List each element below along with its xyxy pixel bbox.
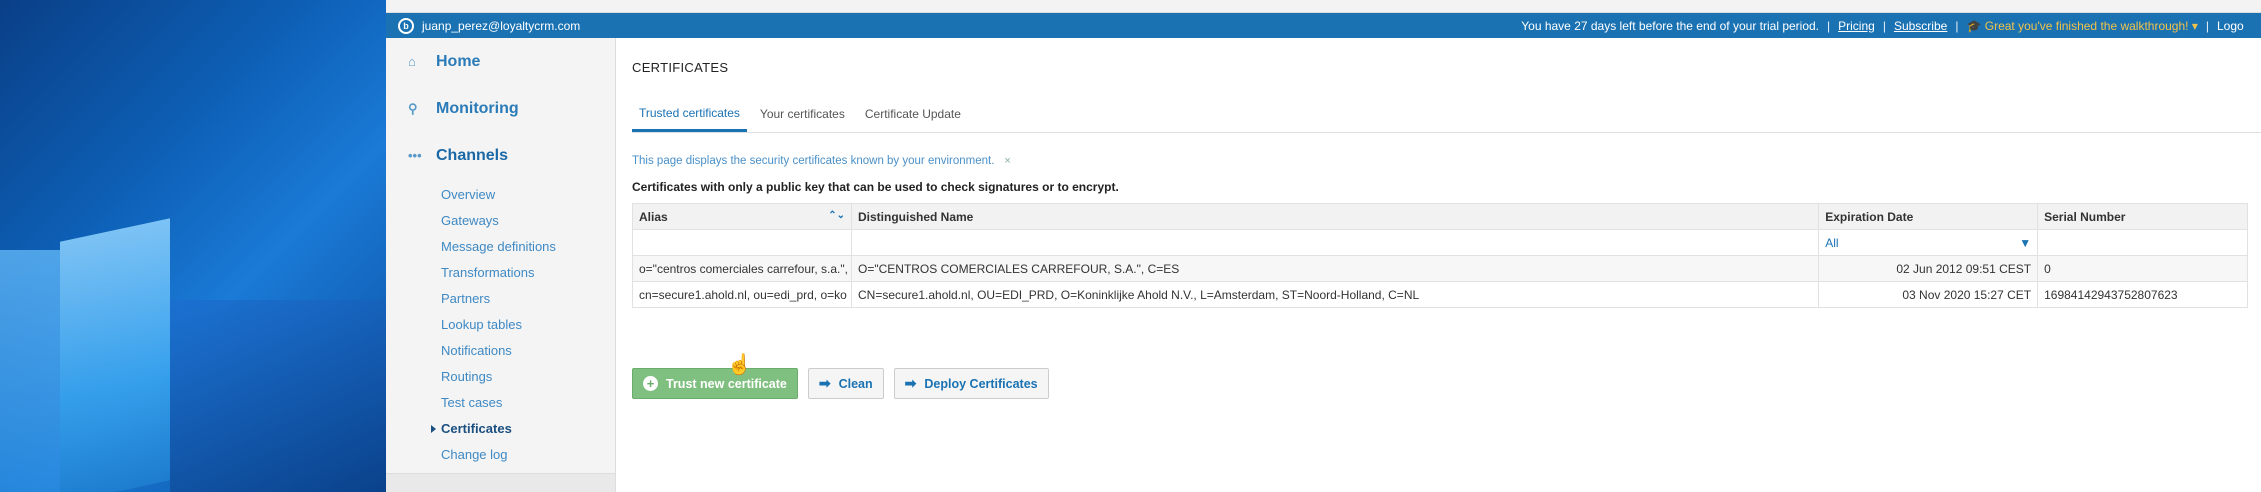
main-content: CERTIFICATES Trusted certificates Your c… bbox=[617, 38, 2261, 492]
close-icon[interactable]: × bbox=[1004, 155, 1010, 167]
trust-button-label: Trust new certificate bbox=[666, 376, 787, 391]
nav-channels-label: Channels bbox=[436, 146, 509, 164]
table-row[interactable]: o="centros comerciales carrefour, s.a.",… bbox=[632, 255, 2248, 282]
windows-logo-pane bbox=[60, 218, 170, 492]
plus-circle-icon: + bbox=[643, 376, 658, 391]
trust-new-certificate-button[interactable]: + Trust new certificate bbox=[632, 368, 798, 399]
table-header-row: Alias ⌃⌄ Distinguished Name Expiration D… bbox=[632, 203, 2248, 230]
page-title: CERTIFICATES bbox=[632, 60, 729, 75]
cell-serial-number: 16984142943752807623 bbox=[2037, 281, 2248, 308]
caret-down-icon: ▾ bbox=[2191, 18, 2198, 33]
tab-certificate-update[interactable]: Certificate Update bbox=[858, 96, 968, 132]
sidebar-item-gateways[interactable]: Gateways bbox=[441, 207, 615, 233]
pricing-link[interactable]: Pricing bbox=[1838, 19, 1875, 33]
certificates-note: Certificates with only a public key that… bbox=[632, 180, 1119, 194]
sort-icon[interactable]: ⌃⌄ bbox=[828, 210, 845, 221]
arrow-right-icon: ➡ bbox=[818, 375, 831, 391]
nav-home[interactable]: ⌂ Home bbox=[386, 38, 615, 85]
info-banner: This page displays the security certific… bbox=[632, 155, 1011, 167]
walkthrough-label: Great you've finished the walkthrough! bbox=[1984, 18, 2189, 33]
subscribe-link[interactable]: Subscribe bbox=[1894, 19, 1947, 33]
hand-cursor-icon: ☝ bbox=[727, 354, 752, 376]
tab-your-certificates[interactable]: Your certificates bbox=[753, 96, 852, 132]
tab-trusted-certificates[interactable]: Trusted certificates bbox=[632, 96, 747, 132]
certificates-table: Alias ⌃⌄ Distinguished Name Expiration D… bbox=[632, 203, 2248, 308]
windows-logo-pane bbox=[0, 250, 60, 492]
filter-cell bbox=[850, 229, 1820, 256]
graduation-cap-icon: 🎓 bbox=[1966, 18, 1982, 33]
expiration-filter-select[interactable]: All ▼ bbox=[1818, 229, 2039, 256]
filter-cell bbox=[632, 229, 852, 256]
nav-monitoring[interactable]: ⚲ Monitoring bbox=[386, 85, 615, 132]
channels-subnav: Overview Gateways Message definitions Tr… bbox=[386, 181, 615, 467]
column-header-expiration-date[interactable]: Expiration Date bbox=[1818, 203, 2039, 230]
sidebar-item-partners[interactable]: Partners bbox=[441, 285, 615, 311]
cell-alias: cn=secure1.ahold.nl, ou=edi_prd, o=ko bbox=[632, 281, 852, 308]
sidebar-item-test-cases[interactable]: Test cases bbox=[441, 389, 615, 415]
cell-expiration-date: 03 Nov 2020 15:27 CET bbox=[1818, 281, 2039, 308]
arrow-right-icon: ➡ bbox=[904, 375, 917, 391]
action-buttons: + Trust new certificate ➡ Clean ➡ Deploy… bbox=[632, 368, 1049, 399]
sidebar-item-change-log[interactable]: Change log bbox=[441, 441, 615, 467]
app-header: b juanp_perez@loyaltycrm.com You have 27… bbox=[386, 13, 2261, 38]
clean-button[interactable]: ➡ Clean bbox=[807, 368, 884, 399]
desktop-background bbox=[0, 0, 386, 492]
filter-value: All bbox=[1825, 235, 1839, 250]
cell-distinguished-name: O="CENTROS COMERCIALES CARREFOUR, S.A.",… bbox=[850, 255, 1820, 282]
search-icon: ⚲ bbox=[408, 100, 418, 116]
column-header-distinguished-name[interactable]: Distinguished Name bbox=[850, 203, 1820, 230]
user-email[interactable]: juanp_perez@loyaltycrm.com bbox=[422, 19, 580, 33]
tabs-divider bbox=[632, 132, 2261, 133]
trial-notice: You have 27 days left before the end of … bbox=[1521, 18, 1820, 33]
deploy-button-label: Deploy Certificates bbox=[924, 376, 1038, 391]
cell-alias: o="centros comerciales carrefour, s.a.", bbox=[632, 255, 852, 282]
separator: | bbox=[1955, 18, 1959, 33]
sidebar-item-notifications[interactable]: Notifications bbox=[441, 337, 615, 363]
info-text: This page displays the security certific… bbox=[632, 155, 995, 167]
separator: | bbox=[2205, 18, 2209, 33]
nav-monitoring-label: Monitoring bbox=[436, 99, 519, 117]
filter-cell bbox=[2037, 229, 2248, 256]
sidebar: ⌂ Home ⚲ Monitoring ••• Channels Overvie… bbox=[386, 38, 616, 492]
sidebar-item-certificates[interactable]: Certificates bbox=[431, 415, 615, 441]
nav-admin-cut[interactable] bbox=[386, 473, 615, 492]
table-row[interactable]: cn=secure1.ahold.nl, ou=edi_prd, o=ko CN… bbox=[632, 281, 2248, 308]
cell-serial-number: 0 bbox=[2037, 255, 2248, 282]
browser-toolbar bbox=[386, 0, 2261, 13]
sidebar-item-transformations[interactable]: Transformations bbox=[441, 259, 615, 285]
nav-home-label: Home bbox=[436, 52, 481, 70]
deploy-certificates-button[interactable]: ➡ Deploy Certificates bbox=[893, 368, 1049, 399]
logout-link[interactable]: Logo bbox=[2217, 19, 2257, 33]
filter-row: All ▼ bbox=[632, 229, 2248, 256]
column-header-serial-number[interactable]: Serial Number bbox=[2037, 203, 2248, 230]
sidebar-item-overview[interactable]: Overview bbox=[441, 181, 615, 207]
sidebar-item-message-definitions[interactable]: Message definitions bbox=[441, 233, 615, 259]
walkthrough-menu[interactable]: 🎓 Great you've finished the walkthrough!… bbox=[1966, 19, 2197, 33]
separator: | bbox=[1827, 18, 1831, 33]
clean-button-label: Clean bbox=[838, 376, 873, 391]
home-icon: ⌂ bbox=[408, 54, 416, 69]
sidebar-item-lookup-tables[interactable]: Lookup tables bbox=[441, 311, 615, 337]
windows-logo-pane bbox=[170, 300, 386, 492]
column-header-label: Alias bbox=[639, 209, 668, 224]
channels-dots-icon: ••• bbox=[408, 148, 422, 163]
separator: | bbox=[1882, 18, 1886, 33]
cell-expiration-date: 02 Jun 2012 09:51 CEST bbox=[1818, 255, 2039, 282]
app-logo-icon[interactable]: b bbox=[398, 17, 414, 34]
tab-bar: Trusted certificates Your certificates C… bbox=[632, 96, 974, 132]
column-header-alias[interactable]: Alias ⌃⌄ bbox=[632, 203, 852, 230]
cell-distinguished-name: CN=secure1.ahold.nl, OU=EDI_PRD, O=Konin… bbox=[850, 281, 1820, 308]
nav-channels[interactable]: ••• Channels bbox=[386, 132, 615, 179]
sidebar-item-routings[interactable]: Routings bbox=[441, 363, 615, 389]
dropdown-arrow-icon: ▼ bbox=[2019, 235, 2032, 250]
